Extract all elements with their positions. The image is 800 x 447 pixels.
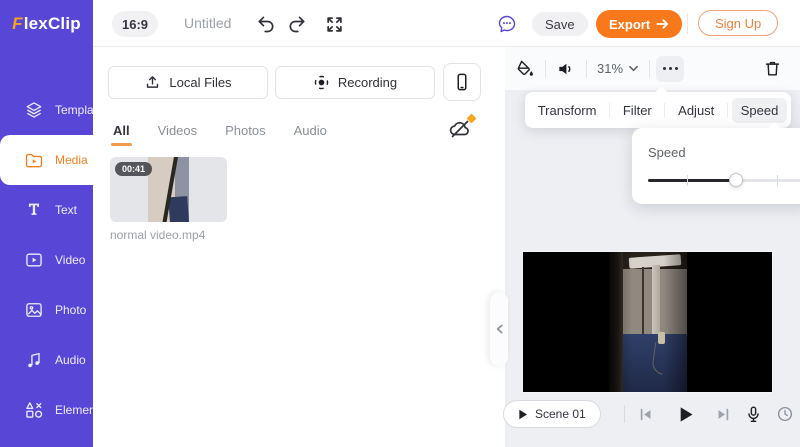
scene-selector-button[interactable]: Scene 01 bbox=[503, 400, 601, 428]
record-icon bbox=[313, 74, 330, 91]
flexclip-logo[interactable]: FlexClip bbox=[0, 0, 93, 47]
fill-color-button[interactable] bbox=[511, 56, 539, 82]
project-title[interactable]: Untitled bbox=[184, 15, 231, 31]
tab-audio[interactable]: Audio bbox=[294, 123, 327, 146]
sidebar-item-label: Video bbox=[55, 253, 85, 267]
media-folder-icon bbox=[24, 150, 44, 170]
tab-videos[interactable]: Videos bbox=[158, 123, 198, 146]
feedback-chat-icon[interactable] bbox=[497, 14, 517, 34]
arrow-right-icon bbox=[656, 18, 669, 30]
speed-slider[interactable] bbox=[648, 173, 800, 187]
sidebar-item-text[interactable]: T Text bbox=[0, 185, 93, 235]
speed-slider-label: Speed bbox=[648, 145, 686, 160]
import-from-phone-button[interactable] bbox=[443, 63, 481, 101]
export-label: Export bbox=[609, 17, 650, 32]
slider-tick bbox=[777, 175, 778, 186]
more-options-button[interactable] bbox=[656, 56, 684, 82]
chevron-left-icon bbox=[495, 323, 504, 335]
menu-item-transform[interactable]: Transform bbox=[529, 98, 606, 123]
slider-tick bbox=[687, 175, 688, 186]
duration-clock-button[interactable] bbox=[772, 401, 798, 427]
speed-popover: Speed bbox=[632, 128, 800, 204]
microphone-button[interactable] bbox=[740, 401, 766, 427]
next-scene-button[interactable] bbox=[710, 401, 736, 427]
logo-text: lexClip bbox=[24, 14, 81, 34]
audio-icon bbox=[24, 350, 44, 370]
sidebar-item-label: Photo bbox=[55, 303, 86, 317]
toolbar-divider bbox=[586, 60, 587, 78]
templates-icon bbox=[24, 100, 44, 120]
menu-item-speed[interactable]: Speed bbox=[732, 98, 788, 123]
clip-options-menu: Transform Filter Adjust Speed bbox=[525, 92, 791, 128]
toolbar-divider bbox=[649, 60, 650, 78]
menu-divider bbox=[727, 103, 728, 118]
ellipsis-icon bbox=[663, 67, 678, 70]
photo-icon bbox=[24, 300, 44, 320]
media-filename: normal video.mp4 bbox=[110, 228, 205, 242]
sidebar-item-label: Text bbox=[55, 203, 77, 217]
play-button[interactable] bbox=[672, 401, 698, 427]
zoom-level-value: 31% bbox=[597, 61, 623, 76]
local-files-button[interactable]: Local Files bbox=[108, 66, 268, 99]
sidebar-item-label: Audio bbox=[55, 353, 86, 367]
export-button[interactable]: Export bbox=[596, 10, 682, 38]
recording-label: Recording bbox=[338, 75, 397, 90]
local-files-label: Local Files bbox=[169, 75, 231, 90]
menu-divider bbox=[609, 103, 610, 118]
panel-collapse-handle[interactable] bbox=[490, 292, 508, 366]
sidebar-item-elements[interactable]: Elements bbox=[0, 385, 93, 435]
sidebar-item-video[interactable]: Video bbox=[0, 235, 93, 285]
topbar-divider bbox=[687, 13, 688, 34]
cloud-off-icon[interactable] bbox=[448, 117, 474, 143]
sidebar-item-templates[interactable]: Templates bbox=[0, 85, 93, 135]
playerbar-divider bbox=[624, 405, 625, 423]
chevron-down-icon bbox=[628, 64, 639, 73]
tab-photos[interactable]: Photos bbox=[225, 123, 265, 146]
media-tabs: All Videos Photos Audio bbox=[113, 123, 327, 146]
slider-handle[interactable] bbox=[729, 173, 743, 187]
recording-button[interactable]: Recording bbox=[275, 66, 435, 99]
menu-item-adjust[interactable]: Adjust bbox=[669, 98, 723, 123]
aspect-ratio-button[interactable]: 16:9 bbox=[112, 11, 158, 37]
menu-divider bbox=[664, 103, 665, 118]
thumbnail-video-frame bbox=[148, 157, 189, 222]
volume-button[interactable] bbox=[552, 56, 580, 82]
fullscreen-icon[interactable] bbox=[324, 14, 344, 34]
sidebar-nav: Templates Media T Text Video Photo Audio… bbox=[0, 47, 93, 447]
video-preview-stage[interactable] bbox=[523, 252, 772, 392]
video-icon bbox=[24, 250, 44, 270]
text-icon: T bbox=[24, 200, 44, 220]
sidebar-item-media[interactable]: Media bbox=[0, 135, 93, 185]
elements-icon bbox=[24, 400, 44, 420]
tab-all[interactable]: All bbox=[113, 123, 130, 146]
menu-item-filter[interactable]: Filter bbox=[614, 98, 661, 123]
redo-icon[interactable] bbox=[287, 14, 307, 34]
scene-label: Scene 01 bbox=[535, 407, 586, 421]
play-small-icon bbox=[518, 409, 528, 420]
previous-scene-button[interactable] bbox=[632, 401, 658, 427]
clip-toolbar: 31% bbox=[505, 47, 800, 90]
undo-icon[interactable] bbox=[256, 14, 276, 34]
slider-fill bbox=[648, 179, 736, 182]
zoom-level-dropdown[interactable]: 31% bbox=[593, 61, 643, 76]
save-button[interactable]: Save bbox=[532, 12, 588, 36]
delete-clip-button[interactable] bbox=[758, 55, 786, 81]
signup-button[interactable]: Sign Up bbox=[698, 10, 778, 36]
logo-accent-letter: F bbox=[12, 14, 23, 34]
media-panel: Local Files Recording All Videos Photos … bbox=[93, 47, 505, 447]
upload-icon bbox=[144, 74, 161, 91]
phone-icon bbox=[452, 72, 472, 92]
video-clip-content[interactable] bbox=[609, 252, 687, 392]
svg-text:T: T bbox=[29, 203, 39, 219]
media-thumbnail[interactable]: 00:41 bbox=[110, 157, 227, 222]
top-bar: FlexClip 16:9 Untitled Save Export Sign … bbox=[0, 0, 800, 47]
toolbar-divider bbox=[545, 60, 546, 78]
sidebar-item-audio[interactable]: Audio bbox=[0, 335, 93, 385]
sidebar-item-photo[interactable]: Photo bbox=[0, 285, 93, 335]
sidebar-item-label: Media bbox=[55, 153, 88, 167]
duration-badge: 00:41 bbox=[115, 162, 152, 176]
flexclip-editor: FlexClip 16:9 Untitled Save Export Sign … bbox=[0, 0, 800, 447]
